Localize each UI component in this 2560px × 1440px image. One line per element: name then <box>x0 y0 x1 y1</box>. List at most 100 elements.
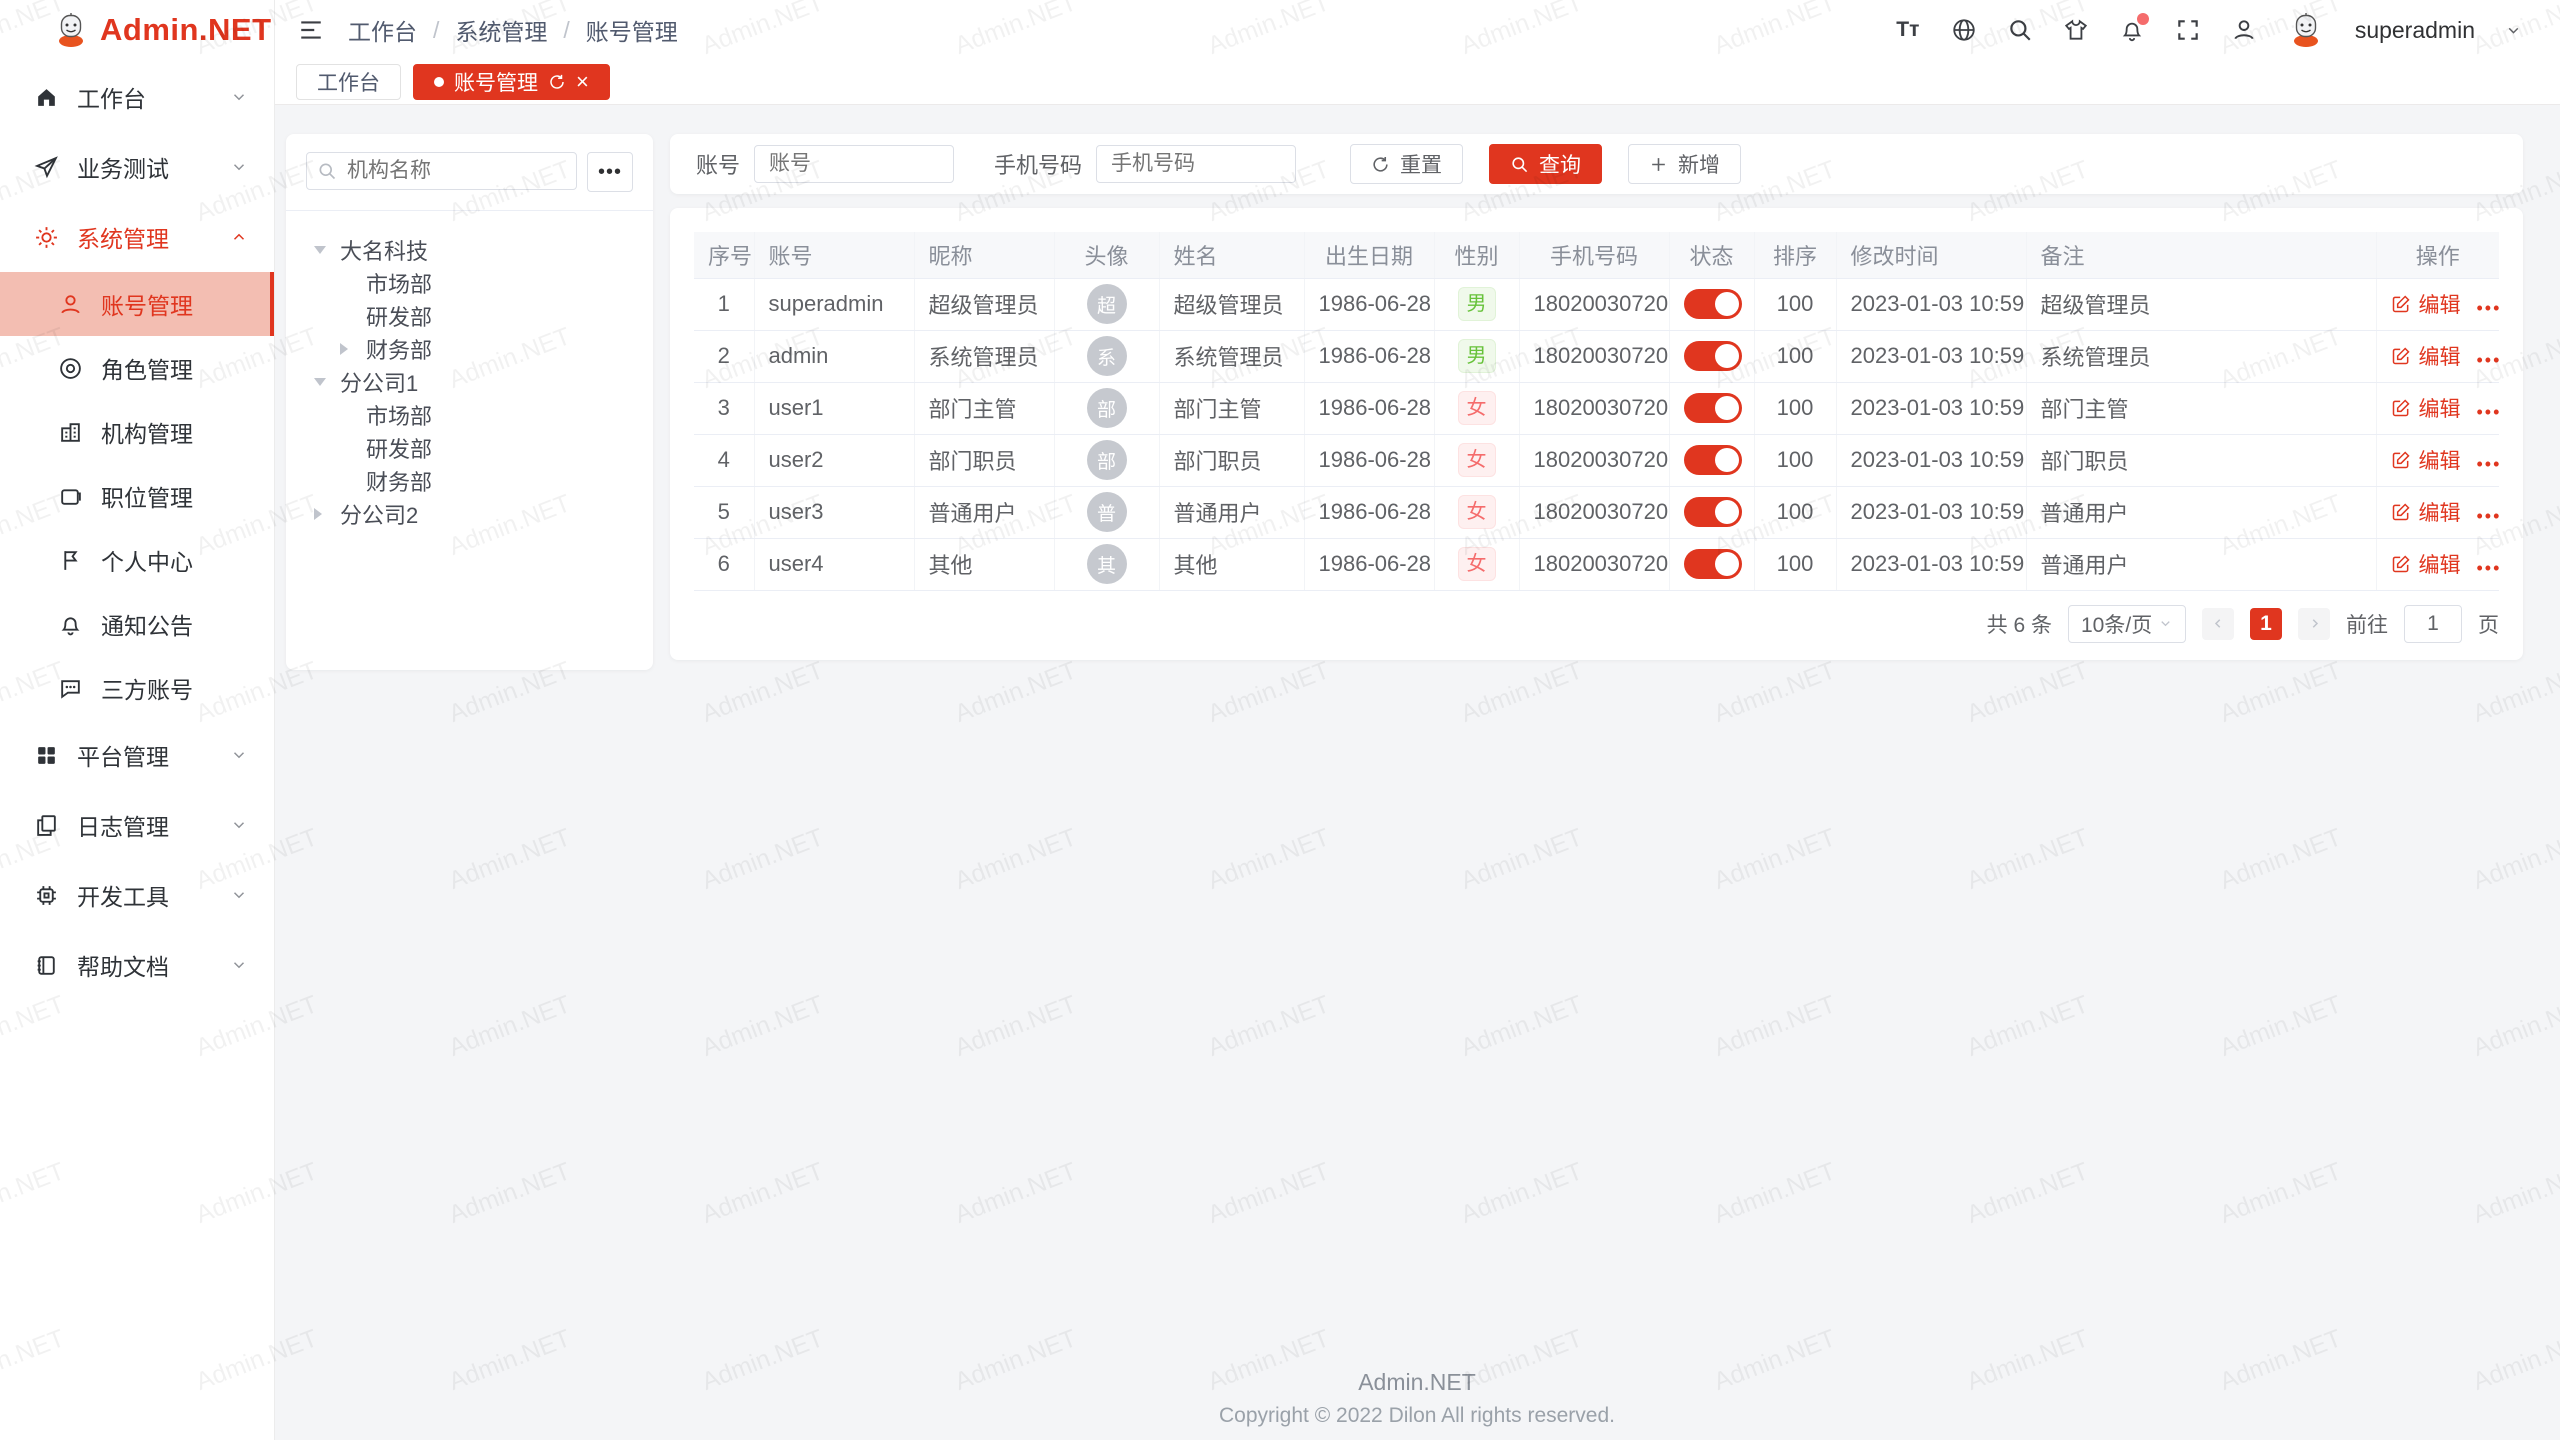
tree-node[interactable]: 大名科技 <box>306 233 633 266</box>
cell-phone: 18020030720 <box>1519 538 1669 590</box>
status-toggle[interactable] <box>1684 549 1742 579</box>
tab-item[interactable]: 工作台 <box>296 64 401 100</box>
edit-button[interactable]: 编辑 <box>2391 341 2461 371</box>
row-more-button[interactable]: ••• <box>2477 298 2500 318</box>
edit-button[interactable]: 编辑 <box>2391 289 2461 319</box>
goto-page-input[interactable] <box>2404 605 2462 643</box>
org-search-input[interactable] <box>306 152 577 190</box>
status-toggle[interactable] <box>1684 341 1742 371</box>
breadcrumb-item[interactable]: 工作台 <box>348 13 417 47</box>
cell-account: superadmin <box>754 278 914 330</box>
tree-node[interactable]: 市场部 <box>306 398 633 431</box>
page-number-button[interactable]: 1 <box>2250 608 2282 640</box>
username[interactable]: superadmin <box>2355 17 2475 44</box>
add-button[interactable]: 新增 <box>1628 144 1741 184</box>
sidebar-item[interactable]: 开发工具 <box>0 860 274 930</box>
tree-node[interactable]: 市场部 <box>306 266 633 299</box>
tab-refresh-icon[interactable] <box>548 73 566 91</box>
footer-app-name: Admin.NET <box>274 1369 2560 1396</box>
tree-node[interactable]: 分公司2 <box>306 497 633 530</box>
chevron-down-icon <box>230 88 248 106</box>
theme-icon[interactable] <box>2063 17 2089 43</box>
sidebar-subitem[interactable]: 三方账号 <box>0 656 274 720</box>
sidebar-subitem[interactable]: 角色管理 <box>0 336 274 400</box>
profile-icon <box>58 548 83 573</box>
tree-caret-none <box>340 442 366 454</box>
status-toggle[interactable] <box>1684 289 1742 319</box>
fullscreen-icon[interactable] <box>2175 17 2201 43</box>
row-more-button[interactable]: ••• <box>2477 454 2500 474</box>
menu-fold-icon[interactable] <box>298 17 324 43</box>
edit-button[interactable]: 编辑 <box>2391 497 2461 527</box>
cell-gender: 女 <box>1434 382 1519 434</box>
status-toggle[interactable] <box>1684 445 1742 475</box>
prev-page-button[interactable] <box>2202 608 2234 640</box>
status-toggle[interactable] <box>1684 393 1742 423</box>
logo[interactable]: Admin.NET <box>0 0 274 60</box>
tree-caret-down[interactable] <box>314 244 340 256</box>
account-filter-input[interactable] <box>754 145 954 183</box>
avatar: 部 <box>1087 440 1127 480</box>
tree-node[interactable]: 财务部 <box>306 332 633 365</box>
sidebar: Admin.NET 工作台业务测试系统管理账号管理角色管理机构管理职位管理个人中… <box>0 0 275 1440</box>
edit-button-label: 编辑 <box>2419 549 2461 579</box>
cell-seq: 2 <box>694 330 754 382</box>
tab-label: 工作台 <box>317 67 380 97</box>
row-more-button[interactable]: ••• <box>2477 402 2500 422</box>
gender-badge: 女 <box>1458 547 1496 581</box>
tree-more-options-button[interactable]: ••• <box>587 152 633 192</box>
page-size-select[interactable]: 10条/页 <box>2068 605 2186 643</box>
tree-caret-right[interactable] <box>314 508 340 520</box>
sidebar-subitem[interactable]: 通知公告 <box>0 592 274 656</box>
sidebar-item[interactable]: 帮助文档 <box>0 930 274 1000</box>
filter-bar: 账号 手机号码 重置 查询 新增 <box>670 134 2523 194</box>
edit-button[interactable]: 编辑 <box>2391 549 2461 579</box>
tree-node[interactable]: 研发部 <box>306 299 633 332</box>
tab-active[interactable]: 账号管理 × <box>413 64 610 100</box>
tab-close-icon[interactable]: × <box>576 71 589 93</box>
tree-caret-none <box>340 409 366 421</box>
edit-button-label: 编辑 <box>2419 289 2461 319</box>
sidebar-item[interactable]: 系统管理 <box>0 202 274 272</box>
edit-button[interactable]: 编辑 <box>2391 393 2461 423</box>
next-page-button[interactable] <box>2298 608 2330 640</box>
tree-caret-down[interactable] <box>314 376 340 388</box>
column-header: 排序 <box>1754 232 1836 278</box>
sidebar-subitem[interactable]: 账号管理 <box>0 272 274 336</box>
tree-node[interactable]: 研发部 <box>306 431 633 464</box>
row-more-button[interactable]: ••• <box>2477 506 2500 526</box>
sidebar-item[interactable]: 日志管理 <box>0 790 274 860</box>
sidebar-item[interactable]: 平台管理 <box>0 720 274 790</box>
row-more-button[interactable]: ••• <box>2477 350 2500 370</box>
notification-icon[interactable] <box>2119 17 2145 43</box>
status-toggle[interactable] <box>1684 497 1742 527</box>
main-content: ••• 大名科技市场部研发部财务部分公司1市场部研发部财务部分公司2 账号 手机… <box>274 104 2560 1440</box>
user-icon[interactable] <box>2231 17 2257 43</box>
tree-node[interactable]: 分公司1 <box>306 365 633 398</box>
tree-caret-right[interactable] <box>340 343 366 355</box>
goto-label: 前往 <box>2346 609 2388 639</box>
sidebar-subitem[interactable]: 职位管理 <box>0 464 274 528</box>
tab-label: 账号管理 <box>454 67 538 97</box>
sidebar-item[interactable]: 业务测试 <box>0 132 274 202</box>
search-button[interactable]: 查询 <box>1489 144 1602 184</box>
phone-filter-input[interactable] <box>1096 145 1296 183</box>
sidebar-item-label: 平台管理 <box>77 738 169 772</box>
sidebar-item[interactable]: 工作台 <box>0 62 274 132</box>
sidebar-subitem[interactable]: 机构管理 <box>0 400 274 464</box>
font-size-icon[interactable]: Tт <box>1895 17 1921 43</box>
tree-node[interactable]: 财务部 <box>306 464 633 497</box>
breadcrumb-item[interactable]: 系统管理 <box>455 13 547 47</box>
edit-button[interactable]: 编辑 <box>2391 445 2461 475</box>
sidebar-subitem[interactable]: 个人中心 <box>0 528 274 592</box>
search-icon[interactable] <box>2007 17 2033 43</box>
row-more-button[interactable]: ••• <box>2477 558 2500 578</box>
cell-sort: 100 <box>1754 434 1836 486</box>
user-avatar[interactable] <box>2287 11 2325 49</box>
cell-avatar: 其 <box>1054 538 1159 590</box>
language-icon[interactable] <box>1951 17 1977 43</box>
reset-button[interactable]: 重置 <box>1350 144 1463 184</box>
add-button-label: 新增 <box>1678 149 1720 179</box>
cell-gender: 男 <box>1434 278 1519 330</box>
avatar: 超 <box>1087 284 1127 324</box>
